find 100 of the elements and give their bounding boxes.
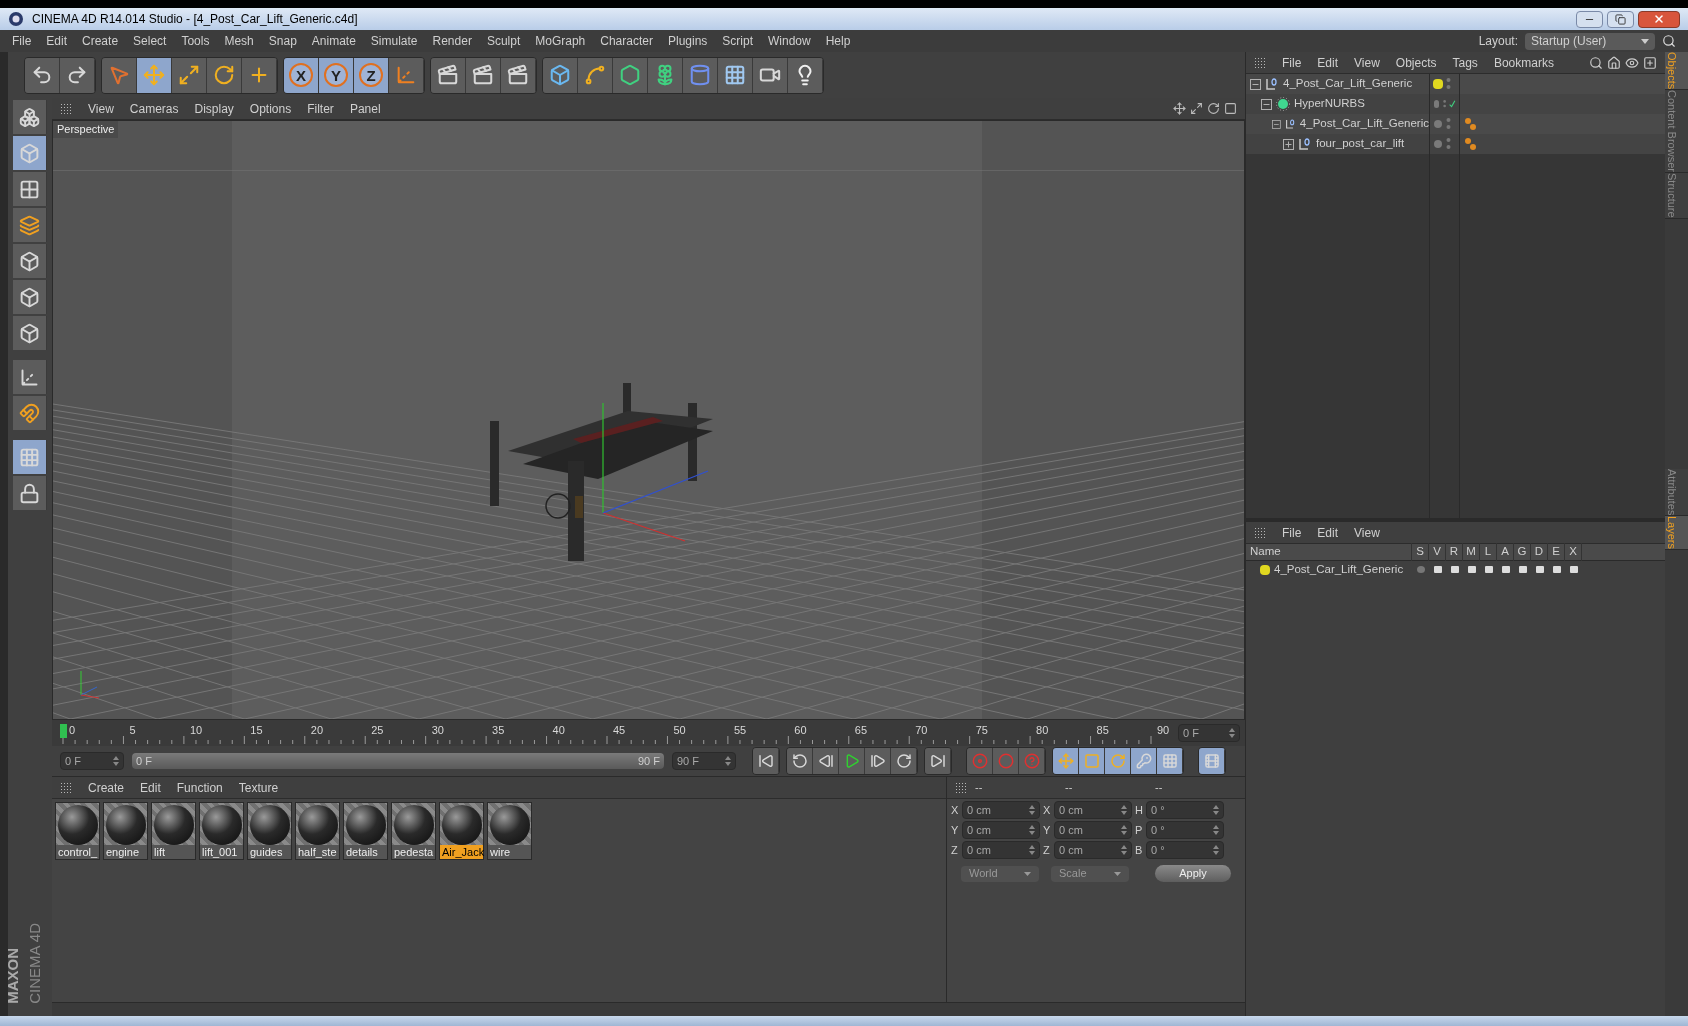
close-button[interactable]: [1638, 10, 1680, 28]
tool-button[interactable]: [813, 748, 839, 774]
column-header[interactable]: M: [1463, 543, 1480, 561]
menu-item[interactable]: Snap: [268, 32, 297, 50]
object-row[interactable]: four_post_car_lift: [1246, 134, 1429, 154]
tool-button[interactable]: [242, 57, 277, 93]
menu-item[interactable]: Plugins: [667, 32, 708, 50]
menu-item[interactable]: Render: [432, 32, 472, 50]
side-tab[interactable]: Objects: [1665, 52, 1688, 91]
menu-item[interactable]: Function: [176, 778, 223, 797]
tool-button[interactable]: [648, 57, 683, 93]
object-row[interactable]: 4_Post_Car_Lift_Generic: [1246, 74, 1429, 94]
end-frame-field[interactable]: 90 F: [672, 752, 736, 770]
column-header[interactable]: A: [1497, 543, 1514, 561]
menu-item[interactable]: View: [1354, 53, 1380, 72]
tool-button[interactable]: [13, 100, 47, 134]
column-header[interactable]: Name: [1246, 543, 1412, 561]
tool-button[interactable]: [1199, 748, 1225, 774]
menu-item[interactable]: Select: [133, 32, 167, 50]
column-header[interactable]: E: [1548, 543, 1565, 561]
menu-item[interactable]: Help: [825, 32, 851, 50]
column-header[interactable]: R: [1446, 543, 1463, 561]
material-swatch[interactable]: details: [343, 802, 388, 860]
tool-button[interactable]: [13, 172, 47, 206]
menu-item[interactable]: File: [1282, 53, 1302, 72]
apply-button[interactable]: Apply: [1155, 865, 1231, 882]
menu-item[interactable]: Panel: [349, 99, 381, 118]
maximize-view-icon[interactable]: [1224, 102, 1237, 115]
menu-item[interactable]: Script: [722, 32, 753, 50]
object-row[interactable]: HyperNURBS: [1246, 94, 1429, 114]
column-header[interactable]: S: [1412, 543, 1429, 561]
menu-item[interactable]: Display: [194, 99, 234, 118]
menu-item[interactable]: Edit: [140, 778, 161, 797]
material-swatch[interactable]: engine: [103, 802, 148, 860]
orbit-icon[interactable]: [1207, 102, 1220, 115]
menu-item[interactable]: Texture: [238, 778, 279, 797]
restore-button[interactable]: [1607, 10, 1634, 28]
tool-button[interactable]: [13, 440, 47, 474]
collapse-icon[interactable]: [1261, 98, 1272, 110]
tool-button[interactable]: [13, 476, 47, 510]
position-field[interactable]: 0 cm: [962, 841, 1040, 859]
tool-button[interactable]: [891, 748, 917, 774]
menu-item[interactable]: Mesh: [224, 32, 254, 50]
menu-item[interactable]: Edit: [1317, 523, 1339, 542]
tool-button[interactable]: [501, 57, 536, 93]
tool-button[interactable]: [753, 748, 779, 774]
menu-item[interactable]: Character: [600, 32, 653, 50]
column-header[interactable]: D: [1531, 543, 1548, 561]
menu-item[interactable]: Filter: [307, 99, 334, 118]
menu-item[interactable]: Bookmarks: [1493, 53, 1554, 72]
axis-lock-button[interactable]: Z: [354, 57, 389, 93]
side-tab[interactable]: Layers: [1665, 516, 1688, 551]
expand-icon[interactable]: [1283, 138, 1294, 150]
viewport[interactable]: Perspective: [52, 120, 1245, 720]
pan-icon[interactable]: [1173, 102, 1186, 115]
menu-item[interactable]: Create: [88, 778, 125, 797]
menu-item[interactable]: File: [1282, 523, 1302, 542]
home-icon[interactable]: [1607, 55, 1621, 70]
menu-item[interactable]: Edit: [46, 32, 68, 50]
menu-item[interactable]: Objects: [1395, 53, 1437, 72]
tag-dots-icon[interactable]: [1464, 137, 1478, 151]
menu-item[interactable]: Sculpt: [486, 32, 521, 50]
tool-button[interactable]: [1105, 748, 1131, 774]
tool-button[interactable]: [13, 280, 47, 314]
tool-button[interactable]: [137, 57, 172, 93]
column-header[interactable]: V: [1429, 543, 1446, 561]
tool-button[interactable]: [13, 396, 47, 430]
search-icon[interactable]: [1662, 34, 1676, 48]
menu-item[interactable]: View: [1354, 523, 1380, 542]
tool-button[interactable]: [788, 57, 823, 93]
tool-button[interactable]: [1131, 748, 1157, 774]
tool-button[interactable]: [172, 57, 207, 93]
menu-item[interactable]: Create: [82, 32, 119, 50]
material-swatch[interactable]: guides: [247, 802, 292, 860]
material-swatch[interactable]: lift_001: [199, 802, 244, 860]
tool-button[interactable]: [543, 57, 578, 93]
menu-item[interactable]: Options: [249, 99, 292, 118]
axis-lock-button[interactable]: Y: [319, 57, 354, 93]
material-swatch[interactable]: wire: [487, 802, 532, 860]
tool-button[interactable]: [839, 748, 865, 774]
start-frame-field[interactable]: 0 F: [60, 752, 124, 770]
material-swatch[interactable]: pedesta: [391, 802, 436, 860]
menu-item[interactable]: Tools: [181, 32, 210, 50]
tool-button[interactable]: [1079, 748, 1105, 774]
layout-dropdown[interactable]: Startup (User): [1525, 32, 1655, 50]
collapse-icon[interactable]: [1272, 118, 1281, 130]
object-row[interactable]: 4_Post_Car_Lift_Generic: [1246, 114, 1429, 134]
menu-item[interactable]: Window: [768, 32, 811, 50]
tool-button[interactable]: [865, 748, 891, 774]
tool-button[interactable]: [1157, 748, 1183, 774]
tool-button[interactable]: [13, 208, 47, 242]
tool-button[interactable]: [207, 57, 242, 93]
minimize-button[interactable]: [1576, 10, 1603, 28]
size-field[interactable]: 0 cm: [1054, 841, 1132, 859]
current-frame-field[interactable]: 0 F: [1178, 724, 1240, 742]
menu-item[interactable]: File: [12, 32, 32, 50]
menu-item[interactable]: Simulate: [370, 32, 418, 50]
rotation-field[interactable]: 0 °: [1146, 841, 1224, 859]
position-field[interactable]: 0 cm: [962, 821, 1040, 839]
axis-lock-button[interactable]: X: [284, 57, 319, 93]
